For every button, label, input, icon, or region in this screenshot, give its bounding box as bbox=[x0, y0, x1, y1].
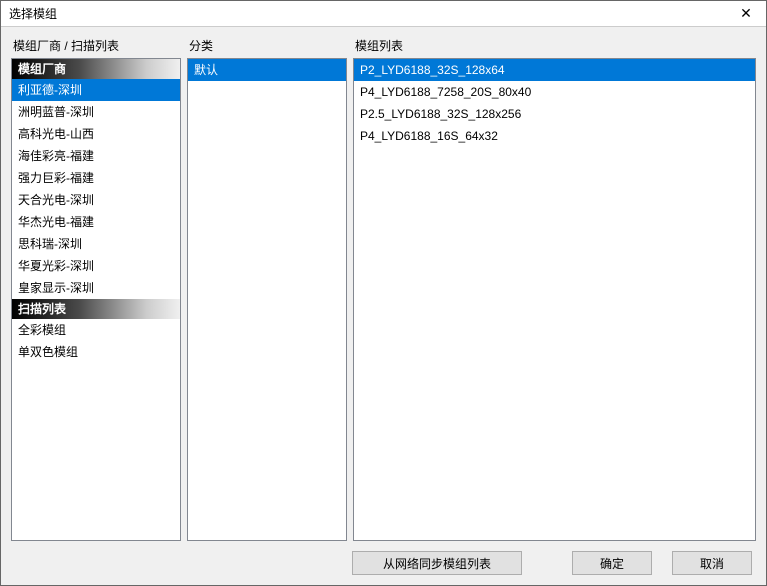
content-area: 模组厂商 / 扫描列表 模组厂商 利亚德-深圳 洲明蓝普-深圳 高科光电-山西 … bbox=[1, 27, 766, 585]
vendor-item[interactable]: 华夏光彩-深圳 bbox=[12, 255, 180, 277]
columns-container: 模组厂商 / 扫描列表 模组厂商 利亚德-深圳 洲明蓝普-深圳 高科光电-山西 … bbox=[11, 37, 756, 541]
close-icon: ✕ bbox=[740, 5, 752, 22]
module-item[interactable]: P4_LYD6188_7258_20S_80x40 bbox=[354, 81, 755, 103]
category-column-label: 分类 bbox=[187, 37, 347, 54]
scan-section-header: 扫描列表 bbox=[12, 299, 180, 319]
vendor-item[interactable]: 利亚德-深圳 bbox=[12, 79, 180, 101]
titlebar: 选择模组 ✕ bbox=[1, 1, 766, 27]
vendor-item[interactable]: 华杰光电-福建 bbox=[12, 211, 180, 233]
category-column: 分类 默认 bbox=[187, 37, 347, 541]
vendor-item[interactable]: 高科光电-山西 bbox=[12, 123, 180, 145]
module-item[interactable]: P2_LYD6188_32S_128x64 bbox=[354, 59, 755, 81]
vendor-item[interactable]: 海佳彩亮-福建 bbox=[12, 145, 180, 167]
scan-item[interactable]: 单双色模组 bbox=[12, 341, 180, 363]
module-item[interactable]: P4_LYD6188_16S_64x32 bbox=[354, 125, 755, 147]
cancel-button[interactable]: 取消 bbox=[672, 551, 752, 575]
ok-button[interactable]: 确定 bbox=[572, 551, 652, 575]
scan-item[interactable]: 全彩模组 bbox=[12, 319, 180, 341]
vendor-item[interactable]: 强力巨彩-福建 bbox=[12, 167, 180, 189]
vendor-section-header: 模组厂商 bbox=[12, 59, 180, 79]
dialog-window: 选择模组 ✕ 模组厂商 / 扫描列表 模组厂商 利亚德-深圳 洲明蓝普-深圳 高… bbox=[0, 0, 767, 586]
vendor-item[interactable]: 皇家显示-深圳 bbox=[12, 277, 180, 299]
close-button[interactable]: ✕ bbox=[726, 1, 766, 26]
vendor-column: 模组厂商 / 扫描列表 模组厂商 利亚德-深圳 洲明蓝普-深圳 高科光电-山西 … bbox=[11, 37, 181, 541]
window-title: 选择模组 bbox=[9, 5, 57, 22]
vendor-item[interactable]: 思科瑞-深圳 bbox=[12, 233, 180, 255]
vendor-column-label: 模组厂商 / 扫描列表 bbox=[11, 37, 181, 54]
vendor-listbox[interactable]: 模组厂商 利亚德-深圳 洲明蓝普-深圳 高科光电-山西 海佳彩亮-福建 强力巨彩… bbox=[11, 58, 181, 541]
modules-column-label: 模组列表 bbox=[353, 37, 756, 54]
module-item[interactable]: P2.5_LYD6188_32S_128x256 bbox=[354, 103, 755, 125]
vendor-item[interactable]: 天合光电-深圳 bbox=[12, 189, 180, 211]
modules-column: 模组列表 P2_LYD6188_32S_128x64 P4_LYD6188_72… bbox=[353, 37, 756, 541]
vendor-item[interactable]: 洲明蓝普-深圳 bbox=[12, 101, 180, 123]
category-listbox[interactable]: 默认 bbox=[187, 58, 347, 541]
button-row: 从网络同步模组列表 确定 取消 bbox=[11, 541, 756, 577]
sync-button[interactable]: 从网络同步模组列表 bbox=[352, 551, 522, 575]
modules-listbox[interactable]: P2_LYD6188_32S_128x64 P4_LYD6188_7258_20… bbox=[353, 58, 756, 541]
category-item[interactable]: 默认 bbox=[188, 59, 346, 81]
